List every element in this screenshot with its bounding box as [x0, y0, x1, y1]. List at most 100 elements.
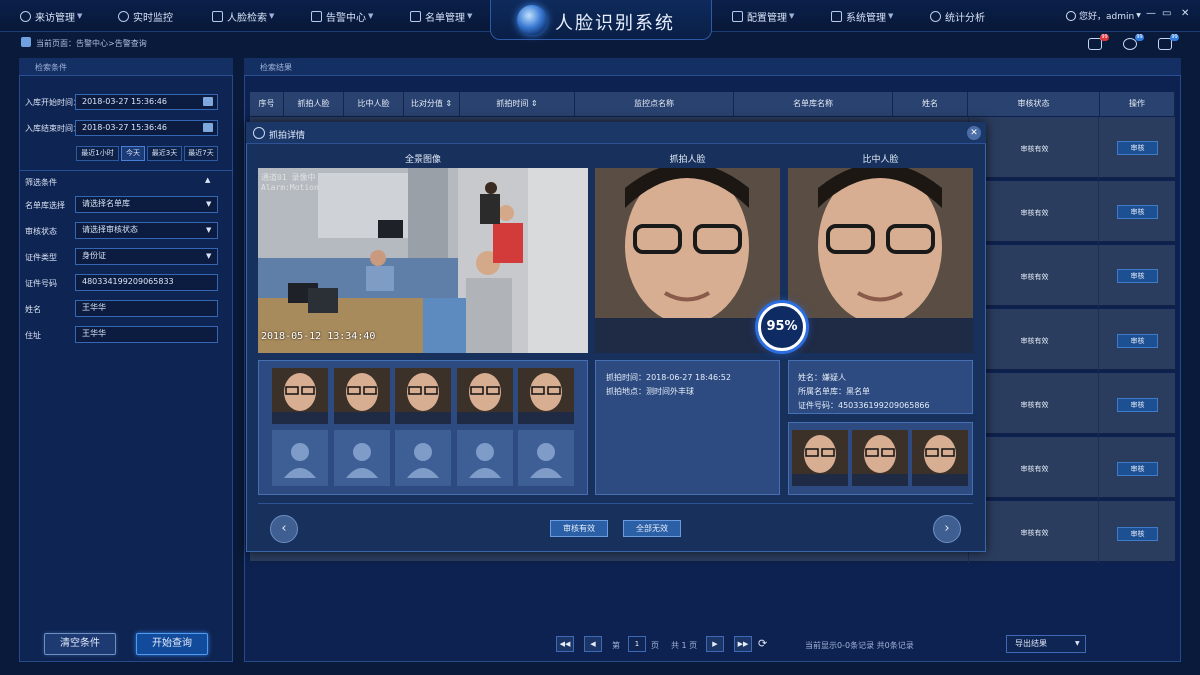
export-results-select[interactable]: 导出结果 ▼ [1006, 635, 1086, 653]
match-face-title: 比中人脸 [862, 155, 899, 165]
address-label: 住址 [25, 331, 41, 340]
nav-realtime-monitor[interactable]: 实时监控 [118, 8, 173, 24]
start-search-button[interactable]: 开始查询 [136, 633, 208, 655]
id-number-input[interactable]: 480334199209065833 [75, 274, 218, 291]
chevron-down-icon: ▼ [206, 200, 212, 208]
record-summary: 当前显示0-0条记录 共0条记录 [805, 641, 914, 650]
match-thumbnail[interactable] [792, 430, 848, 486]
col-header-capture-time[interactable]: 抓拍时间 ⇕ [460, 92, 575, 116]
chevron-down-icon: ▼ [77, 12, 83, 20]
quick-range-today[interactable]: 今天 [121, 146, 145, 161]
audit-status-cell: 审核有效 [968, 501, 1099, 563]
quick-range-1h[interactable]: 最近1小时 [76, 146, 119, 161]
camera-overlay-text: 通道01 录像中 Alarm:Motion [261, 173, 319, 192]
person-silhouette-svg [284, 443, 316, 478]
calendar-icon[interactable] [203, 123, 213, 132]
page-number-input[interactable]: 1 [628, 636, 646, 652]
col-header-score[interactable]: 比对分值 ⇕ [404, 92, 460, 116]
audit-button[interactable]: 审核 [1117, 334, 1158, 348]
col-header-label: 比对分值 [410, 99, 443, 108]
nav-system-mgmt[interactable]: 系统管理 ▼ [831, 8, 893, 24]
clear-conditions-button[interactable]: 清空条件 [44, 633, 116, 655]
capture-thumbnail[interactable] [395, 368, 451, 424]
face-thumb-svg [792, 430, 848, 486]
quick-range-3d[interactable]: 最近3天 [147, 146, 182, 161]
nav-visitor-mgmt[interactable]: 来访管理 ▼ [20, 8, 82, 24]
all-invalid-button[interactable]: 全部无效 [623, 520, 681, 537]
address-input[interactable]: 王华华 [75, 326, 218, 343]
nav-alarm-center[interactable]: 告警中心 ▼ [311, 8, 373, 24]
next-arrow-button[interactable]: › [933, 515, 961, 543]
avatar-icon [1066, 10, 1076, 21]
match-face-image [788, 168, 973, 353]
quick-range-7d[interactable]: 最近7天 [184, 146, 218, 161]
audit-button[interactable]: 审核 [1117, 462, 1158, 476]
maximize-button[interactable]: ▭ [1162, 8, 1171, 19]
audit-button[interactable]: 审核 [1117, 527, 1158, 541]
list-library-select[interactable]: 请选择名单库 [75, 196, 218, 213]
panel-title: 检索条件 [35, 63, 67, 72]
sort-icon: ⇕ [445, 99, 453, 108]
grid-icon [831, 10, 842, 22]
location-icon [118, 10, 129, 22]
refresh-icon[interactable]: ⟳ [758, 637, 767, 650]
audit-button[interactable]: 审核 [1117, 141, 1158, 155]
chevron-up-icon[interactable]: ▲ [205, 176, 210, 184]
capture-thumbnail[interactable] [334, 368, 390, 424]
audit-button[interactable]: 审核 [1117, 205, 1158, 219]
person-silhouette-svg [530, 443, 562, 478]
nav-statistics[interactable]: 统计分析 [930, 8, 985, 24]
audit-status-select[interactable]: 请选择审核状态 [75, 222, 218, 239]
audit-status-cell: 审核有效 [968, 437, 1099, 499]
similarity-score-badge: 95% [758, 303, 806, 351]
col-header-capture-face: 抓拍人脸 [284, 92, 344, 116]
audit-status-cell: 审核有效 [968, 309, 1099, 371]
next-page-button[interactable]: ▶ [706, 636, 724, 652]
nav-list-mgmt[interactable]: 名单管理 ▼ [410, 8, 472, 24]
capture-thumbnail[interactable] [272, 368, 328, 424]
last-page-button[interactable]: ▶▶ [734, 636, 752, 652]
nav-label: 人脸检索 [227, 12, 267, 24]
face-thumb-svg [518, 368, 574, 424]
audit-status-text: 审核有效 [1020, 273, 1049, 281]
app-title: 人脸识别系统 [555, 13, 675, 34]
id-type-select[interactable]: 身份证 [75, 248, 218, 265]
capture-thumbnail[interactable] [518, 368, 574, 424]
panel-header [244, 58, 1181, 76]
home-icon [21, 37, 31, 47]
capture-thumbnail[interactable] [457, 368, 513, 424]
nav-face-search[interactable]: 人脸检索 ▼ [212, 8, 274, 24]
calendar-icon[interactable] [203, 97, 213, 106]
alarm-bell-icon [311, 10, 322, 22]
name-input[interactable]: 王华华 [75, 300, 218, 317]
chevron-down-icon: ▼ [1075, 640, 1080, 647]
nav-config-mgmt[interactable]: 配置管理 ▼ [732, 8, 794, 24]
minimize-button[interactable]: — [1146, 8, 1156, 19]
end-time-input[interactable]: 2018-03-27 15:36:46 [75, 120, 218, 136]
col-header-index: 序号 [250, 92, 284, 116]
nav-label: 名单管理 [425, 12, 465, 24]
audit-valid-button[interactable]: 审核有效 [550, 520, 608, 537]
office-scene-svg [258, 168, 588, 353]
close-icon[interactable]: ✕ [967, 126, 981, 140]
match-thumbnail[interactable] [912, 430, 968, 486]
face-thumb-svg [272, 368, 328, 424]
timestamp-overlay: 2018-05-12 13:34:40 [261, 331, 376, 342]
audit-button[interactable]: 审核 [1117, 269, 1158, 283]
face-photo-svg [788, 168, 973, 353]
match-thumbnail[interactable] [852, 430, 908, 486]
prev-page-button[interactable]: ◀ [584, 636, 602, 652]
breadcrumb: 当前页面：告警中心>告警查询 [36, 39, 147, 48]
start-time-input[interactable]: 2018-03-27 15:36:46 [75, 94, 218, 110]
audit-button[interactable]: 审核 [1117, 398, 1158, 412]
capture-face-title: 抓拍人脸 [669, 155, 706, 165]
audit-status-text: 审核有效 [1020, 529, 1049, 537]
prev-arrow-button[interactable]: ‹ [270, 515, 298, 543]
close-window-button[interactable]: ✕ [1181, 8, 1189, 19]
first-page-button[interactable]: ◀◀ [556, 636, 574, 652]
audit-status-cell: 审核有效 [968, 373, 1099, 435]
chevron-down-icon: ▼ [206, 226, 212, 234]
user-menu[interactable]: 您好，admin ▼ [1066, 9, 1141, 22]
col-header-label: 抓拍时间 [496, 99, 529, 108]
nav-label: 实时监控 [133, 12, 173, 24]
